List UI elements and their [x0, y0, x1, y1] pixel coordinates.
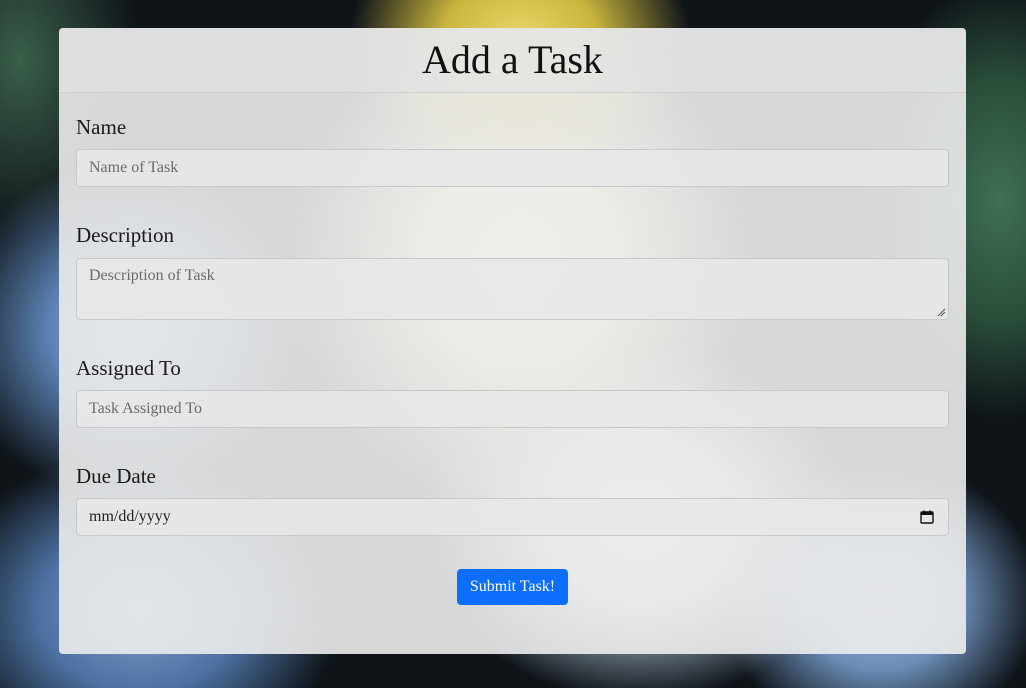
- calendar-icon[interactable]: [920, 510, 934, 524]
- due-date-label: Due Date: [76, 464, 156, 488]
- description-wrapper: [76, 258, 949, 320]
- add-task-card: Add a Task Name Description Assigned To …: [59, 28, 966, 654]
- card-header: Add a Task: [59, 28, 966, 93]
- assigned-to-label: Assigned To: [76, 356, 181, 380]
- description-textarea[interactable]: [76, 258, 949, 320]
- submit-task-button[interactable]: Submit Task!: [457, 569, 568, 605]
- name-label: Name: [76, 115, 127, 139]
- page-title: Add a Task: [422, 37, 603, 82]
- name-input[interactable]: [76, 149, 949, 187]
- resize-handle-icon[interactable]: [936, 307, 946, 317]
- due-date-value[interactable]: mm/dd/yyyy: [76, 498, 949, 536]
- assigned-to-input[interactable]: [76, 390, 949, 428]
- description-label: Description: [76, 223, 174, 247]
- due-date-input[interactable]: mm/dd/yyyy: [76, 498, 949, 536]
